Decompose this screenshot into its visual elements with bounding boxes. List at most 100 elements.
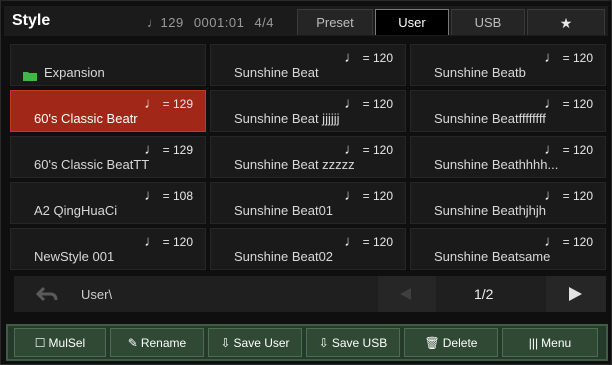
style-item[interactable]: ♩ = 120 Sunshine Beatb: [410, 44, 606, 86]
next-page-icon: [569, 287, 582, 301]
save-usb-label: Save USB: [331, 335, 388, 350]
time-signature: 4/4: [254, 15, 275, 30]
position-value: 0001:01: [193, 15, 245, 30]
save-user-button[interactable]: ⇩ Save User: [208, 328, 302, 357]
tempo-value: 129: [160, 15, 184, 30]
tempo-value: = 120: [362, 143, 393, 157]
style-item[interactable]: ♩ = 129 60's Classic BeatTT: [10, 136, 206, 178]
folder-item-expansion[interactable]: Expansion: [10, 44, 206, 86]
quarter-note-icon: ♩: [344, 141, 360, 158]
prev-page-icon: [400, 288, 411, 300]
save-user-icon: ⇩: [220, 335, 231, 350]
tempo-value: = 120: [562, 97, 593, 111]
action-bar: ☐ MulSel ✎ Rename ⇩ Save User ⇩ Save USB…: [6, 324, 608, 361]
menu-icon: |||: [528, 335, 539, 350]
style-item[interactable]: ♩ = 120 Sunshine Beatsame: [410, 228, 606, 270]
tempo-value: = 108: [162, 189, 193, 203]
tempo-label: ♩ = 129: [144, 141, 193, 158]
menu-button[interactable]: ||| Menu: [502, 328, 598, 357]
quarter-note-icon: ♩: [544, 233, 560, 250]
quarter-note-icon: ♩: [144, 141, 160, 158]
tempo-label: ♩ = 129: [144, 95, 193, 112]
style-screen: Style ♩129 0001:01 4/4 Preset User USB ★…: [0, 0, 612, 365]
style-name: Sunshine Beatsame: [434, 249, 551, 264]
quarter-note-icon: ♩: [544, 95, 560, 112]
song-info: ♩129 0001:01 4/4: [147, 15, 274, 30]
trash-icon: 🗑: [424, 335, 440, 350]
tab-usb[interactable]: USB: [451, 9, 525, 35]
style-item[interactable]: ♩ = 120 Sunshine Beat zzzzz: [210, 136, 406, 178]
tempo-label: ♩ = 120: [344, 233, 393, 250]
style-item[interactable]: ♩ = 120 NewStyle 001: [10, 228, 206, 270]
quarter-note-icon: ♩: [544, 187, 560, 204]
style-name: 60's Classic Beatr: [34, 111, 138, 126]
tempo-label: ♩ = 120: [544, 141, 593, 158]
style-name: 60's Classic BeatTT: [34, 157, 150, 172]
tempo-label: ♩ = 108: [144, 187, 193, 204]
style-item[interactable]: ♩ = 120 Sunshine Beathjhjh: [410, 182, 606, 224]
style-name: Sunshine Beatb: [434, 65, 526, 80]
back-arrow-icon[interactable]: [36, 286, 58, 302]
tab-user[interactable]: User: [375, 9, 449, 35]
style-item[interactable]: ♩ = 120 Sunshine Beat01: [210, 182, 406, 224]
rename-button[interactable]: ✎ Rename: [110, 328, 204, 357]
style-item[interactable]: ♩ = 120 Sunshine Beat jjjjjj: [210, 90, 406, 132]
quarter-note-icon: ♩: [344, 187, 360, 204]
folder-icon: [23, 72, 37, 81]
tempo-label: ♩ = 120: [344, 49, 393, 66]
style-name: NewStyle 001: [34, 249, 115, 264]
style-item-selected[interactable]: ♩ = 129 60's Classic Beatr: [10, 90, 206, 132]
save-usb-button[interactable]: ⇩ Save USB: [306, 328, 400, 357]
quarter-note-icon: ♩: [544, 141, 560, 158]
mulsel-label: MulSel: [48, 335, 86, 350]
tab-favorites[interactable]: ★: [527, 9, 605, 35]
style-item[interactable]: ♩ = 120 Sunshine Beatffffffff: [410, 90, 606, 132]
tempo-value: = 120: [362, 189, 393, 203]
style-item[interactable]: ♩ = 120 Sunshine Beat: [210, 44, 406, 86]
tempo-value: = 120: [562, 143, 593, 157]
style-item[interactable]: ♩ = 108 A2 QingHuaCi: [10, 182, 206, 224]
page-title: Style: [12, 12, 51, 29]
save-usb-icon: ⇩: [318, 335, 329, 350]
quarter-note-icon: ♩: [344, 49, 360, 66]
quarter-note-icon: ♩: [144, 95, 160, 112]
style-name: Sunshine Beathhhh...: [434, 157, 559, 172]
tempo-label: ♩ = 120: [544, 49, 593, 66]
quarter-note-icon: ♩: [147, 15, 161, 30]
quarter-note-icon: ♩: [144, 187, 160, 204]
tempo-label: ♩ = 120: [344, 95, 393, 112]
quarter-note-icon: ♩: [344, 95, 360, 112]
prev-page-button[interactable]: [378, 276, 436, 312]
menu-label: Menu: [541, 335, 572, 350]
style-name: Sunshine Beat zzzzz: [234, 157, 355, 172]
next-page-button[interactable]: [546, 276, 606, 312]
tempo-label: ♩ = 120: [144, 233, 193, 250]
style-name: Sunshine Beat: [234, 65, 319, 80]
tempo-value: = 120: [562, 189, 593, 203]
mulsel-button[interactable]: ☐ MulSel: [14, 328, 106, 357]
tempo-value: = 120: [562, 51, 593, 65]
delete-label: Delete: [442, 335, 478, 350]
style-name: Expansion: [44, 65, 105, 80]
quarter-note-icon: ♩: [144, 233, 160, 250]
tempo-value: = 129: [162, 97, 193, 111]
tempo-value: = 120: [362, 51, 393, 65]
tempo-value: = 120: [362, 235, 393, 249]
style-item[interactable]: ♩ = 120 Sunshine Beat02: [210, 228, 406, 270]
tempo-label: ♩ = 120: [344, 187, 393, 204]
style-name: Sunshine Beat02: [234, 249, 334, 264]
header-bar: Style ♩129 0001:01 4/4 Preset User USB ★: [4, 6, 608, 36]
style-name: Sunshine Beatffffffff: [434, 111, 546, 126]
tempo-label: ♩ = 120: [544, 187, 593, 204]
delete-button[interactable]: 🗑 Delete: [404, 328, 498, 357]
tempo-label: ♩ = 120: [344, 141, 393, 158]
star-icon: ★: [559, 15, 573, 31]
style-name: Sunshine Beat01: [234, 203, 334, 218]
style-grid: Expansion ♩ = 120 Sunshine Beat ♩ = 120 …: [10, 44, 606, 272]
tab-usb-label: USB: [474, 15, 502, 30]
current-path: User\: [81, 287, 113, 302]
save-user-label: Save User: [233, 335, 290, 350]
tab-preset[interactable]: Preset: [297, 9, 373, 35]
rename-label: Rename: [140, 335, 187, 350]
style-item[interactable]: ♩ = 120 Sunshine Beathhhh...: [410, 136, 606, 178]
